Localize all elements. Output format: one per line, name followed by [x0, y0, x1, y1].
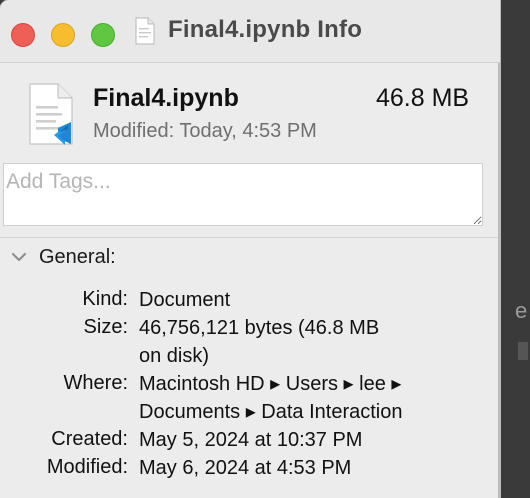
modified-label: Modified:: [46, 456, 128, 478]
where-label: Where:: [63, 372, 128, 394]
close-button[interactable]: [11, 23, 35, 47]
zoom-button[interactable]: [91, 23, 115, 47]
created-value-line: May 5, 2024 at 10:37 PM: [139, 429, 363, 451]
size-value-line-1: 46,756,121 bytes (46.8 MB: [139, 317, 380, 339]
kind-value-line: Document: [139, 289, 231, 311]
general-section-label: General:: [39, 246, 116, 268]
file-name: Final4.ipynb: [93, 84, 239, 112]
title-bar[interactable]: Final4.ipynb Info: [0, 0, 500, 63]
background-window-element: [518, 342, 528, 360]
info-window: Final4.ipynb Info Final4.ipynb 46.8 MB M…: [0, 0, 500, 498]
kind-value: Document: [139, 286, 469, 314]
created-value: May 5, 2024 at 10:37 PM: [139, 426, 469, 454]
section-divider: [0, 237, 498, 238]
modified-value-line: May 6, 2024 at 4:53 PM: [139, 457, 352, 479]
minimize-button[interactable]: [51, 23, 75, 47]
size-label: Size:: [83, 316, 128, 338]
size-value: 46,756,121 bytes (46.8 MB on disk): [139, 314, 469, 370]
modified-summary: Modified: Today, 4:53 PM: [93, 120, 317, 142]
window-title: Final4.ipynb Info: [168, 16, 363, 43]
kind-label: Kind:: [82, 288, 128, 310]
where-value-line-1: Macintosh HD ▸ Users ▸ lee ▸: [139, 373, 402, 395]
chevron-down-icon[interactable]: [10, 250, 28, 264]
tags-field-container[interactable]: [3, 163, 483, 226]
created-label: Created:: [51, 428, 128, 450]
scrollbar[interactable]: [498, 63, 500, 498]
tags-input[interactable]: [4, 164, 482, 225]
file-size: 46.8 MB: [376, 84, 470, 112]
ipynb-document-icon: [29, 83, 73, 145]
document-icon: [135, 17, 155, 45]
size-value-line-2: on disk): [139, 345, 210, 367]
background-window-text: e: [515, 298, 528, 323]
modified-value: May 6, 2024 at 4:53 PM: [139, 454, 469, 482]
scrollbar-thumb[interactable]: [498, 63, 500, 498]
where-value: Macintosh HD ▸ Users ▸ lee ▸ Documents ▸…: [139, 370, 469, 426]
where-value-line-2: Documents ▸ Data Interaction: [139, 401, 403, 423]
